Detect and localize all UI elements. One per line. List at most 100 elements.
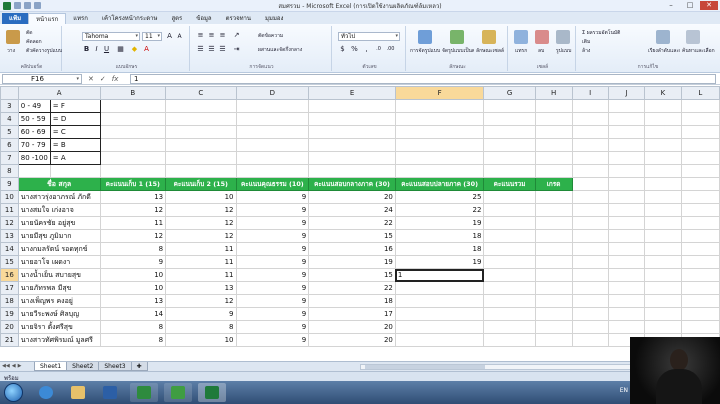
- bold-icon[interactable]: B: [82, 45, 91, 54]
- score1-cell[interactable]: 10: [99, 281, 167, 295]
- cell[interactable]: [308, 138, 396, 152]
- header-score1-cell[interactable]: คะแนนเก็บ 1 (15): [99, 177, 167, 191]
- cell[interactable]: [680, 294, 720, 308]
- cell[interactable]: [680, 229, 720, 243]
- row-header[interactable]: 16: [0, 268, 19, 282]
- column-header-i[interactable]: I: [571, 86, 609, 100]
- grade-range-cell[interactable]: 50 - 59: [17, 112, 51, 126]
- ethics-cell[interactable]: 9: [235, 268, 310, 282]
- grade-letter-cell[interactable]: = B: [49, 138, 101, 152]
- total-cell[interactable]: [483, 307, 536, 321]
- grade-range-cell[interactable]: 80 -100: [17, 151, 51, 165]
- grade-range-cell[interactable]: [17, 164, 51, 178]
- cell[interactable]: [644, 268, 682, 282]
- final-cell[interactable]: [394, 281, 485, 295]
- cell[interactable]: [680, 216, 720, 230]
- grade-cell[interactable]: [534, 203, 573, 217]
- row-header[interactable]: 5: [0, 125, 19, 139]
- total-cell[interactable]: [483, 294, 536, 308]
- conditional-formatting-button[interactable]: การจัดรูปแบบตามเงื่อนไข: [410, 47, 440, 55]
- row-header[interactable]: 12: [0, 216, 19, 230]
- grade-range-cell[interactable]: 70 - 79: [17, 138, 51, 152]
- cell[interactable]: [607, 294, 646, 308]
- score1-cell[interactable]: 11: [99, 216, 167, 230]
- grade-cell[interactable]: [534, 216, 573, 230]
- cell[interactable]: [571, 255, 609, 269]
- paste-button[interactable]: วาง: [7, 47, 15, 55]
- row-header[interactable]: 6: [0, 138, 19, 152]
- cell[interactable]: [534, 138, 573, 152]
- sort-filter-button[interactable]: เรียงลำดับและกรอง: [648, 47, 680, 55]
- ethics-cell[interactable]: 9: [235, 190, 310, 204]
- final-cell[interactable]: 25: [394, 190, 485, 204]
- cell[interactable]: [571, 138, 609, 152]
- student-name-cell[interactable]: นายนัครชัย อยู่สุข: [17, 216, 101, 230]
- cell[interactable]: [571, 307, 609, 321]
- cell[interactable]: [571, 177, 609, 191]
- copy-button[interactable]: คัดลอก: [26, 38, 42, 46]
- comma-icon[interactable]: ,: [362, 45, 371, 54]
- final-cell[interactable]: [394, 294, 485, 308]
- row-header[interactable]: 19: [0, 307, 19, 321]
- cell[interactable]: [165, 99, 237, 113]
- cell[interactable]: [644, 229, 682, 243]
- ethics-cell[interactable]: 9: [235, 216, 310, 230]
- row-header[interactable]: 7: [0, 151, 19, 165]
- cell[interactable]: [607, 268, 646, 282]
- minimize-button[interactable]: –: [662, 1, 680, 10]
- cell[interactable]: [607, 216, 646, 230]
- cell[interactable]: [99, 99, 167, 113]
- fill-color-icon[interactable]: ◆: [130, 45, 139, 54]
- column-header-b[interactable]: B: [99, 86, 167, 100]
- formula-input[interactable]: 1: [130, 74, 716, 84]
- row-header[interactable]: 4: [0, 112, 19, 126]
- shrink-font-icon[interactable]: A: [175, 32, 184, 41]
- taskbar-excel[interactable]: [198, 383, 226, 402]
- row-header[interactable]: 14: [0, 242, 19, 256]
- cell[interactable]: [483, 125, 536, 139]
- midterm-cell[interactable]: 24: [308, 203, 396, 217]
- cell[interactable]: [571, 164, 609, 178]
- cell[interactable]: [680, 242, 720, 256]
- save-icon[interactable]: [14, 2, 21, 9]
- cell[interactable]: [571, 190, 609, 204]
- format-cells-button[interactable]: รูปแบบ: [556, 47, 571, 55]
- column-header-c[interactable]: C: [165, 86, 237, 100]
- grade-letter-cell[interactable]: = A: [49, 151, 101, 165]
- row-header[interactable]: 17: [0, 281, 19, 295]
- ethics-cell[interactable]: 9: [235, 281, 310, 295]
- align-middle-icon[interactable]: ≡: [207, 31, 216, 40]
- cell[interactable]: [644, 151, 682, 165]
- row-header[interactable]: 8: [0, 164, 19, 178]
- cell[interactable]: [680, 190, 720, 204]
- cell[interactable]: [483, 151, 536, 165]
- fill-button[interactable]: เติม: [582, 38, 590, 46]
- student-name-cell[interactable]: นางสาวทัศพิรมณ์ มูลศรี: [17, 333, 101, 347]
- row-header[interactable]: 21: [0, 333, 19, 347]
- align-top-icon[interactable]: ≡: [196, 31, 205, 40]
- cell[interactable]: [165, 151, 237, 165]
- increase-decimal-icon[interactable]: .0: [374, 45, 383, 54]
- insert-cells-icon[interactable]: [514, 30, 528, 44]
- cell[interactable]: [534, 99, 573, 113]
- cell[interactable]: [680, 307, 720, 321]
- cell[interactable]: [644, 99, 682, 113]
- borders-icon[interactable]: ▦: [116, 45, 125, 54]
- midterm-cell[interactable]: 20: [308, 333, 396, 347]
- score1-cell[interactable]: 13: [99, 190, 167, 204]
- cell[interactable]: [644, 190, 682, 204]
- row-header[interactable]: 9: [0, 177, 19, 191]
- prev-sheet-icon[interactable]: ◀: [12, 363, 16, 369]
- score2-cell[interactable]: 12: [165, 229, 237, 243]
- score2-cell[interactable]: 9: [165, 307, 237, 321]
- student-name-cell[interactable]: นายภัทรพล มีสุข: [17, 281, 101, 295]
- total-cell[interactable]: [483, 255, 536, 269]
- horizontal-scrollbar[interactable]: [360, 364, 640, 370]
- tab-formulas[interactable]: สูตร: [164, 13, 189, 24]
- first-sheet-icon[interactable]: ◀◀: [2, 363, 10, 369]
- ethics-cell[interactable]: 9: [235, 242, 310, 256]
- column-header-e[interactable]: E: [308, 86, 396, 100]
- ethics-cell[interactable]: 9: [235, 333, 310, 347]
- cell[interactable]: [534, 112, 573, 126]
- cell-styles-button[interactable]: ลักษณะเซลล์: [476, 47, 504, 55]
